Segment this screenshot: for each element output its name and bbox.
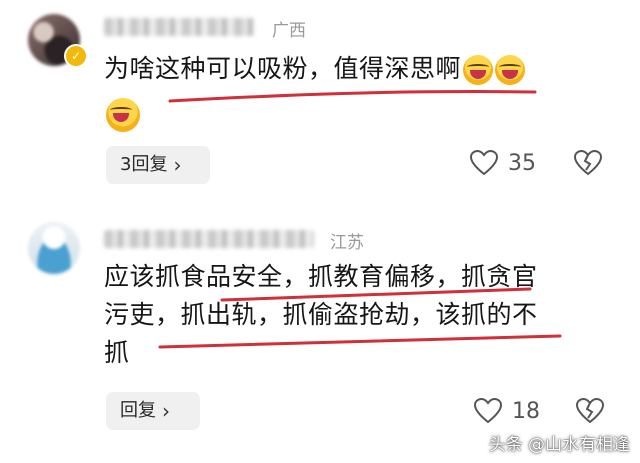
watermark: 头条 @山水有相逢: [488, 435, 630, 455]
location-label: 江苏: [330, 233, 364, 253]
chevron-right-icon[interactable]: ›: [162, 392, 170, 430]
red-underline: [158, 287, 562, 349]
comment-text-line: 污吏，抓出轨，抓偷盗抢劫，该抓的不: [104, 300, 538, 329]
heart-icon[interactable]: [474, 398, 502, 424]
comment-text: 应该抓食品安全，抓教育偏移，抓贪官 污吏，抓出轨，抓偷盗抢劫，该抓的不 抓: [104, 258, 624, 372]
reply-button[interactable]: 回复 ›: [106, 392, 200, 430]
like-count: 18: [512, 398, 540, 424]
username-blurred[interactable]: [104, 230, 314, 248]
comment-text-line: 抓: [104, 338, 130, 367]
comment-2: 江苏 应该抓食品安全，抓教育偏移，抓贪官 污吏，抓出轨，抓偷盗抢劫，该抓的不 抓…: [0, 0, 640, 463]
avatar[interactable]: [28, 222, 80, 274]
broken-heart-icon[interactable]: [576, 398, 604, 424]
reply-button-label: 回复: [120, 400, 156, 421]
like-group: 18: [474, 398, 604, 424]
comment-text-line: 应该抓食品安全，抓教育偏移，抓贪官: [104, 262, 538, 291]
